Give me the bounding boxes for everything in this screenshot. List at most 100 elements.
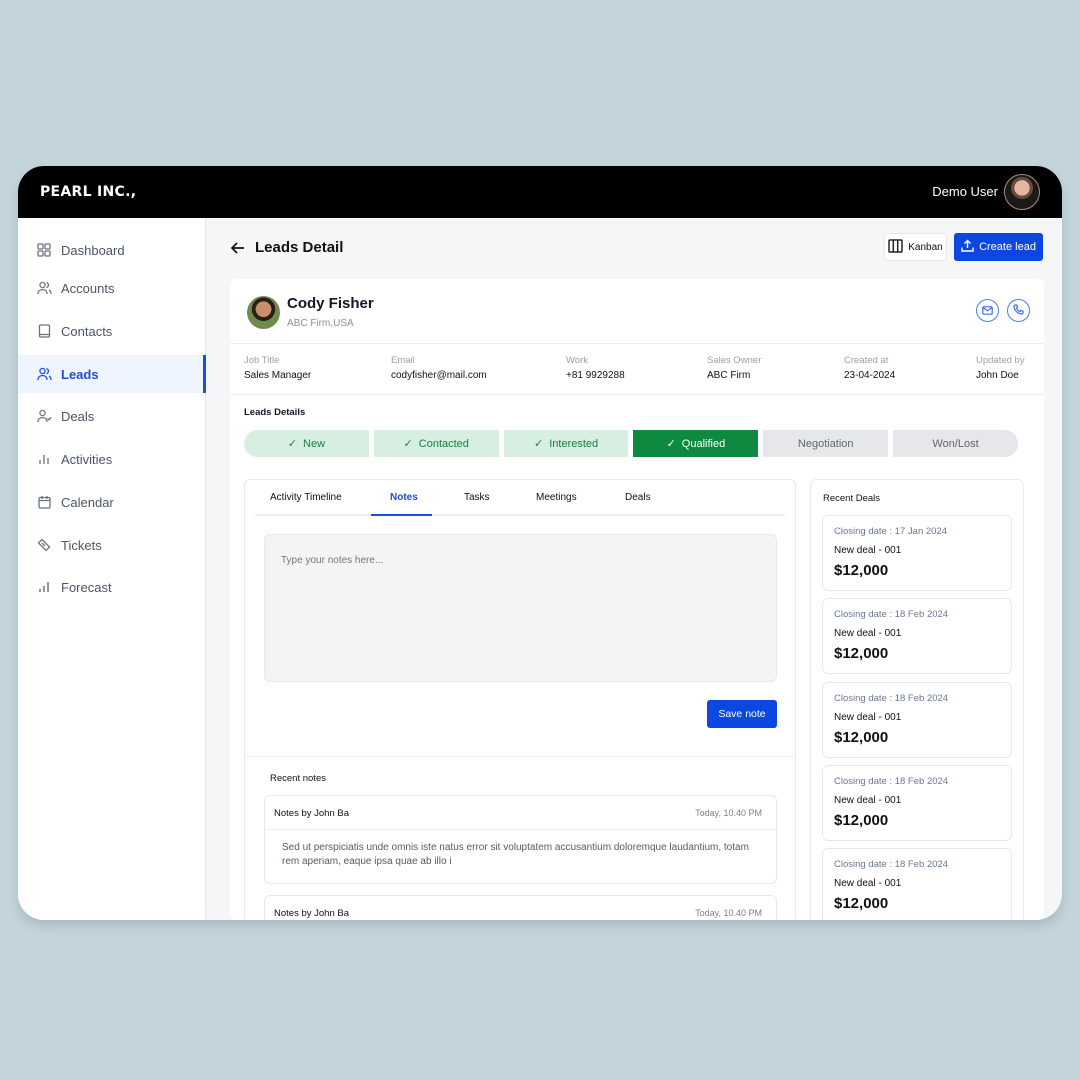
deal-closing-date: Closing date : 18 Feb 2024 [834,693,949,704]
deal-card[interactable]: Closing date : 18 Feb 2024 New deal - 00… [822,848,1012,920]
lead-company: ABC Firm,USA [287,318,354,329]
sidebar-item-accounts[interactable]: Accounts [18,269,206,307]
top-bar: PEARL INC., Demo User [18,166,1062,218]
stage-label: Interested [549,437,599,450]
user-avatar[interactable] [1004,174,1040,210]
sidebar-item-deals[interactable]: Deals [18,397,206,435]
field-updated-by: Updated by John Doe [976,355,1025,381]
field-job-title: Job Title Sales Manager [244,355,311,381]
deal-name: New deal - 001 [834,795,902,806]
field-value: codyfisher@mail.com [391,370,487,381]
field-value: ABC Firm [707,370,751,381]
book-icon [36,323,52,339]
deal-amount: $12,000 [834,645,889,662]
sidebar-item-label: Dashboard [61,242,125,258]
phone-icon [1013,302,1024,320]
stage-interested[interactable]: ✓ Interested [503,430,629,457]
deal-card[interactable]: Closing date : 18 Feb 2024 New deal - 00… [822,682,1012,758]
field-created-at: Created at 23-04-2024 [844,355,895,381]
user-name[interactable]: Demo User [932,184,998,199]
sidebar-item-label: Contacts [61,323,113,339]
lead-detail-card: Cody Fisher ABC Firm,USA Job Title Sales … [230,279,1044,920]
deal-closing-date: Closing date : 18 Feb 2024 [834,776,949,787]
recent-deals-title: Recent Deals [823,493,881,504]
check-icon: ✓ [403,438,413,450]
brand-logo: PEARL INC., [40,184,137,200]
lead-stage-pipeline: ✓ New ✓ Contacted ✓ Interested ✓ Qualified N… [244,430,1018,457]
calendar-icon [36,494,52,510]
ticket-icon [36,537,52,553]
active-tab-indicator [371,514,432,516]
field-label: Job Title [244,355,280,366]
save-note-button[interactable]: Save note [707,700,777,728]
sidebar-item-leads[interactable]: Leads [18,355,206,393]
tab-activity-timeline[interactable]: Activity Timeline [270,492,342,503]
stage-label: Contacted [418,437,469,450]
notes-input[interactable] [264,534,777,682]
kanban-button[interactable]: Kanban [884,233,947,261]
tab-notes[interactable]: Notes [390,492,418,503]
note-time: Today, 10.40 PM [695,808,762,818]
deal-closing-date: Closing date : 18 Feb 2024 [834,609,949,620]
divider [245,756,795,757]
call-button[interactable] [1007,299,1030,322]
field-label: Sales Owner [707,355,762,366]
sidebar-item-calendar[interactable]: Calendar [18,483,206,521]
main-content: Leads Detail Kanban Create lead Cody Fis… [207,218,1062,920]
stages-title: Leads Details [244,407,306,418]
field-value: Sales Manager [244,370,312,381]
field-value: John Doe [976,370,1019,381]
deal-name: New deal - 001 [834,712,902,723]
sidebar-item-label: Forecast [61,579,112,595]
lead-info-row: Job Title Sales Manager Email codyfisher@m… [230,343,1044,395]
note-author: Notes by John Ba [274,908,349,919]
field-label: Updated by [976,355,1025,366]
stage-qualified[interactable]: ✓ Qualified [633,430,759,457]
tab-tasks[interactable]: Tasks [464,492,490,503]
sidebar-item-contacts[interactable]: Contacts [18,312,206,350]
stage-contacted[interactable]: ✓ Contacted [373,430,499,457]
deal-card[interactable]: Closing date : 18 Feb 2024 New deal - 00… [822,598,1012,674]
check-icon: ✓ [287,438,298,450]
deal-name: New deal - 001 [834,545,902,556]
deal-card[interactable]: Closing date : 17 Jan 2024 New deal - 00… [822,515,1012,591]
stage-won-lost[interactable]: Won/Lost [893,430,1018,457]
deal-name: New deal - 001 [834,628,902,639]
sidebar-item-activities[interactable]: Activities [18,440,206,478]
recent-deals-panel: Recent Deals Closing date : 17 Jan 2024 … [810,479,1024,920]
page-title-text: Leads Detail [255,239,344,256]
deal-card[interactable]: Closing date : 18 Feb 2024 New deal - 00… [822,765,1012,841]
sidebar: Dashboard Accounts Contacts Leads Deals … [18,218,206,920]
tab-deals[interactable]: Deals [625,492,651,503]
deal-closing-date: Closing date : 17 Jan 2024 [834,526,948,537]
field-sales-owner: Sales Owner ABC Firm [707,355,761,381]
sidebar-item-label: Accounts [61,280,115,296]
stage-new[interactable]: ✓ New [244,430,369,457]
deal-amount: $12,000 [834,729,889,746]
field-work: Work +81 9929288 [566,355,625,381]
note-time: Today, 10.40 PM [695,908,762,918]
note-item[interactable]: Notes by John Ba Today, 10.40 PM Sed ut … [264,795,777,884]
field-value: +81 9929288 [566,370,625,381]
field-label: Work [566,355,588,366]
email-button[interactable] [976,299,999,322]
stage-negotiation[interactable]: Negotiation [763,430,889,457]
back-arrow-icon[interactable] [231,241,245,254]
sidebar-item-forecast[interactable]: Forecast [18,568,206,606]
create-lead-button[interactable]: Create lead [954,233,1043,261]
sidebar-item-tickets[interactable]: Tickets [18,526,206,564]
note-item[interactable]: Notes by John Ba Today, 10.40 PM [264,895,777,920]
tab-meetings[interactable]: Meetings [536,492,577,503]
deal-amount: $12,000 [834,562,889,579]
tab-bar: Activity Timeline Notes Tasks Meetings D… [255,480,785,516]
sidebar-item-label: Activities [61,451,113,467]
lead-avatar [247,296,280,329]
field-value: 23-04-2024 [844,370,896,381]
mail-icon [982,302,993,320]
create-lead-label: Create lead [979,241,1036,253]
sidebar-item-label: Tickets [61,537,102,553]
sidebar-item-dashboard[interactable]: Dashboard [18,231,206,269]
lead-name: Cody Fisher [287,295,374,312]
stage-label: Won/Lost [932,437,979,450]
bar-chart-icon [36,451,52,467]
